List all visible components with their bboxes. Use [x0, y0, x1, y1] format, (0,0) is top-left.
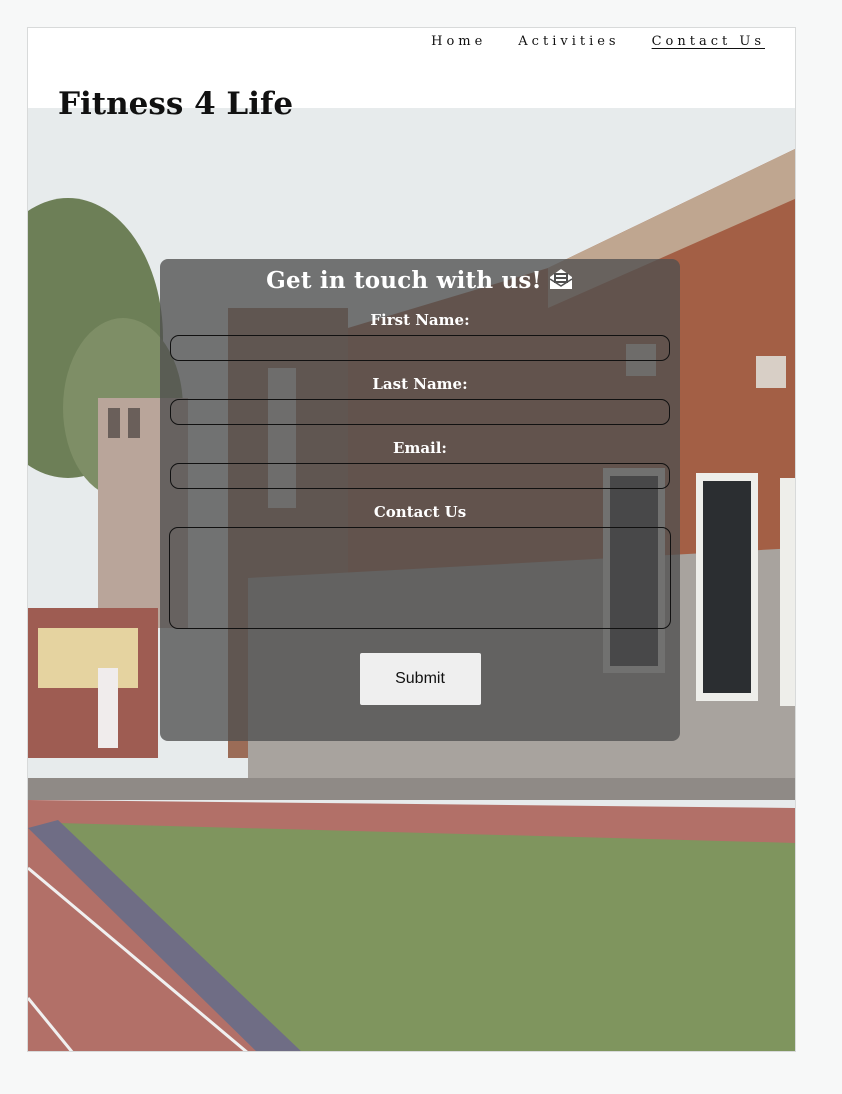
submit-button[interactable]: Submit — [359, 653, 481, 705]
last-name-label: Last Name: — [372, 375, 468, 393]
first-name-input[interactable] — [170, 335, 670, 361]
main-nav: Home Activities Contact Us — [431, 34, 765, 49]
message-label: Contact Us — [373, 503, 467, 521]
form-heading-text: Get in touch with us! — [266, 267, 542, 294]
email-input[interactable] — [170, 463, 670, 489]
message-textarea[interactable] — [169, 527, 671, 629]
first-name-label: First Name: — [370, 311, 470, 329]
nav-link-home[interactable]: Home — [431, 34, 486, 49]
form-heading: Get in touch with us! — [160, 267, 680, 297]
nav-link-activities[interactable]: Activities — [518, 34, 619, 49]
email-label: Email: — [393, 439, 447, 457]
envelope-open-icon — [548, 267, 574, 297]
nav-link-contact-us[interactable]: Contact Us — [652, 34, 765, 49]
last-name-input[interactable] — [170, 399, 670, 425]
contact-form: Get in touch with us! First Name: Last N… — [160, 259, 680, 741]
site-title: Fitness 4 Life — [58, 86, 294, 122]
page-frame: Home Activities Contact Us Fitness 4 Lif… — [27, 27, 796, 1052]
